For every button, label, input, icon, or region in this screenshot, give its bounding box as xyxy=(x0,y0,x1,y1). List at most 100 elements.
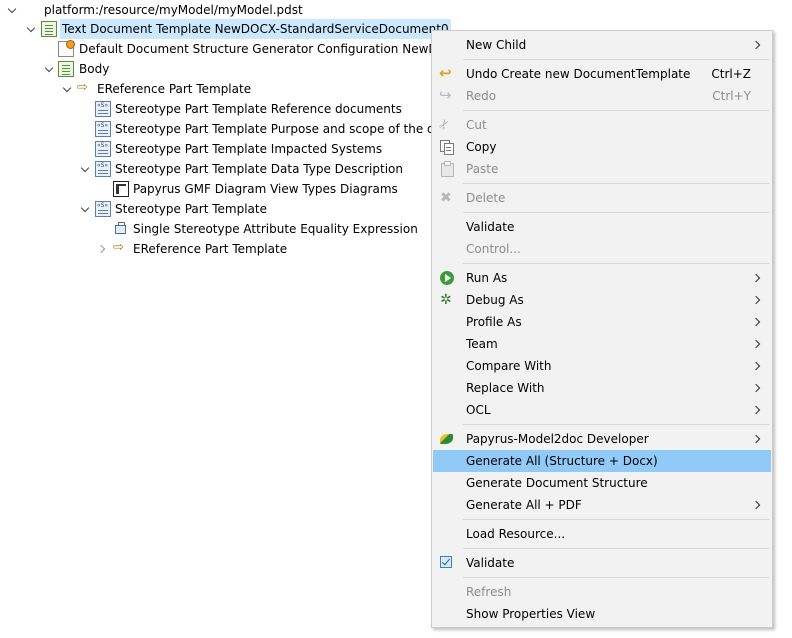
menu-item-new-child[interactable]: New Child xyxy=(433,34,771,56)
tree-item-label: Body xyxy=(79,62,110,76)
menu-item-label: Load Resource... xyxy=(466,527,566,541)
menu-item-label: Paste xyxy=(466,162,499,176)
menu-item-label: Cut xyxy=(466,118,487,132)
stereotype-part-icon xyxy=(95,101,111,117)
menu-separator xyxy=(463,519,769,520)
papyrus-logo-icon xyxy=(439,431,455,447)
docx-template-icon xyxy=(41,21,57,37)
menu-item-validate-checked[interactable]: Validate xyxy=(433,552,771,574)
submenu-arrow-icon xyxy=(751,317,761,327)
submenu-arrow-icon xyxy=(751,405,761,415)
menu-item-label: Generate All (Structure + Docx) xyxy=(466,454,658,468)
menu-item-load-resource[interactable]: Load Resource... xyxy=(433,523,771,545)
menu-item-label: Run As xyxy=(466,271,508,285)
menu-item-label: Control... xyxy=(466,242,521,256)
menu-item-papyrus-model2doc-developer[interactable]: Papyrus-Model2doc Developer xyxy=(433,428,771,450)
menu-item-profile-as[interactable]: Profile As xyxy=(433,311,771,333)
menu-separator xyxy=(463,110,769,111)
menu-separator xyxy=(463,212,769,213)
tree-item-label: Stereotype Part Template Impacted System… xyxy=(115,142,383,156)
menu-item-redo[interactable]: Redo Ctrl+Y xyxy=(433,84,771,107)
menu-item-copy[interactable]: Copy xyxy=(433,136,771,158)
stereotype-part-icon xyxy=(95,141,111,157)
collapse-chevron-icon[interactable] xyxy=(5,0,21,20)
submenu-arrow-icon xyxy=(751,500,761,510)
menu-item-label: Show Properties View xyxy=(466,607,596,621)
shortcut-label: Ctrl+Z xyxy=(711,67,751,81)
tree-item-label: Text Document Template NewDOCX-StandardS… xyxy=(60,19,451,39)
submenu-arrow-icon xyxy=(751,434,761,444)
menu-separator xyxy=(463,263,769,264)
menu-item-label: Copy xyxy=(466,140,497,154)
menu-item-label: Refresh xyxy=(466,585,512,599)
menu-separator xyxy=(463,183,769,184)
menu-item-ocl[interactable]: OCL xyxy=(433,399,771,421)
shortcut-label: Ctrl+Y xyxy=(712,89,751,103)
menu-item-delete[interactable]: Delete xyxy=(433,187,771,209)
menu-item-label: OCL xyxy=(466,403,491,417)
tree-item-label: Stereotype Part Template Purpose and sco… xyxy=(115,122,435,136)
menu-item-label: Team xyxy=(466,337,498,351)
menu-item-team[interactable]: Team xyxy=(433,333,771,355)
menu-item-refresh[interactable]: Refresh xyxy=(433,581,771,603)
ereference-icon xyxy=(77,78,93,98)
debug-bug-icon xyxy=(439,289,455,311)
equality-expression-icon xyxy=(113,221,129,237)
tree-item-label: Stereotype Part Template Data Type Descr… xyxy=(115,162,403,176)
ereference-icon xyxy=(113,238,129,258)
stereotype-part-icon xyxy=(95,201,111,217)
menu-item-generate-all[interactable]: Generate All (Structure + Docx) xyxy=(433,450,771,472)
tree-item-label: Papyrus GMF Diagram View Types Diagrams xyxy=(133,182,398,196)
collapse-chevron-icon[interactable] xyxy=(78,159,94,179)
generator-configuration-icon xyxy=(58,40,75,57)
menu-item-generate-document-structure[interactable]: Generate Document Structure xyxy=(433,472,771,494)
tree-item-label: Single Stereotype Attribute Equality Exp… xyxy=(133,222,418,236)
undo-icon xyxy=(439,62,455,84)
menu-item-validate[interactable]: Validate xyxy=(433,216,771,238)
menu-item-label: Redo xyxy=(466,89,497,103)
menu-separator xyxy=(463,548,769,549)
menu-item-label: Generate All + PDF xyxy=(466,498,582,512)
submenu-arrow-icon xyxy=(751,295,761,305)
collapse-chevron-icon[interactable] xyxy=(78,199,94,219)
collapse-chevron-icon[interactable] xyxy=(24,19,40,39)
expand-chevron-icon[interactable] xyxy=(96,239,112,259)
menu-item-label: Validate xyxy=(466,220,515,234)
menu-item-label: Validate xyxy=(466,556,515,570)
submenu-arrow-icon xyxy=(751,273,761,283)
menu-item-debug-as[interactable]: Debug As xyxy=(433,289,771,311)
menu-item-label: Papyrus-Model2doc Developer xyxy=(466,432,649,446)
tree-item-label: EReference Part Template xyxy=(133,242,288,256)
collapse-chevron-icon[interactable] xyxy=(60,79,76,99)
menu-separator xyxy=(463,59,769,60)
submenu-arrow-icon xyxy=(751,361,761,371)
tree-item-label: Stereotype Part Template Reference docum… xyxy=(115,102,402,116)
menu-item-label: Undo Create new DocumentTemplate xyxy=(466,67,691,81)
submenu-arrow-icon xyxy=(751,383,761,393)
menu-item-paste[interactable]: Paste xyxy=(433,158,771,180)
menu-item-control[interactable]: Control... xyxy=(433,238,771,260)
menu-separator xyxy=(463,424,769,425)
scissors-icon xyxy=(439,117,455,133)
stereotype-part-icon xyxy=(95,121,111,137)
menu-separator xyxy=(463,577,769,578)
submenu-arrow-icon xyxy=(751,40,761,50)
menu-item-compare-with[interactable]: Compare With xyxy=(433,355,771,377)
tree-item-label: Default Document Structure Generator Con… xyxy=(79,42,456,56)
submenu-arrow-icon xyxy=(751,339,761,349)
stereotype-part-icon xyxy=(95,161,111,177)
menu-item-show-properties-view[interactable]: Show Properties View xyxy=(433,603,771,625)
checkbox-checked-icon xyxy=(439,555,455,571)
menu-item-run-as[interactable]: Run As xyxy=(433,267,771,289)
menu-item-undo[interactable]: Undo Create new DocumentTemplate Ctrl+Z xyxy=(433,62,771,85)
body-icon xyxy=(58,61,74,77)
menu-item-cut[interactable]: Cut xyxy=(433,114,771,136)
menu-item-label: Replace With xyxy=(466,381,545,395)
tree-root-label: platform:/resource/myModel/myModel.pdst xyxy=(44,3,303,17)
menu-item-replace-with[interactable]: Replace With xyxy=(433,377,771,399)
redo-icon xyxy=(439,84,455,106)
menu-item-label: Debug As xyxy=(466,293,524,307)
run-icon xyxy=(439,270,455,286)
collapse-chevron-icon[interactable] xyxy=(42,59,58,79)
menu-item-generate-all-pdf[interactable]: Generate All + PDF xyxy=(433,494,771,516)
